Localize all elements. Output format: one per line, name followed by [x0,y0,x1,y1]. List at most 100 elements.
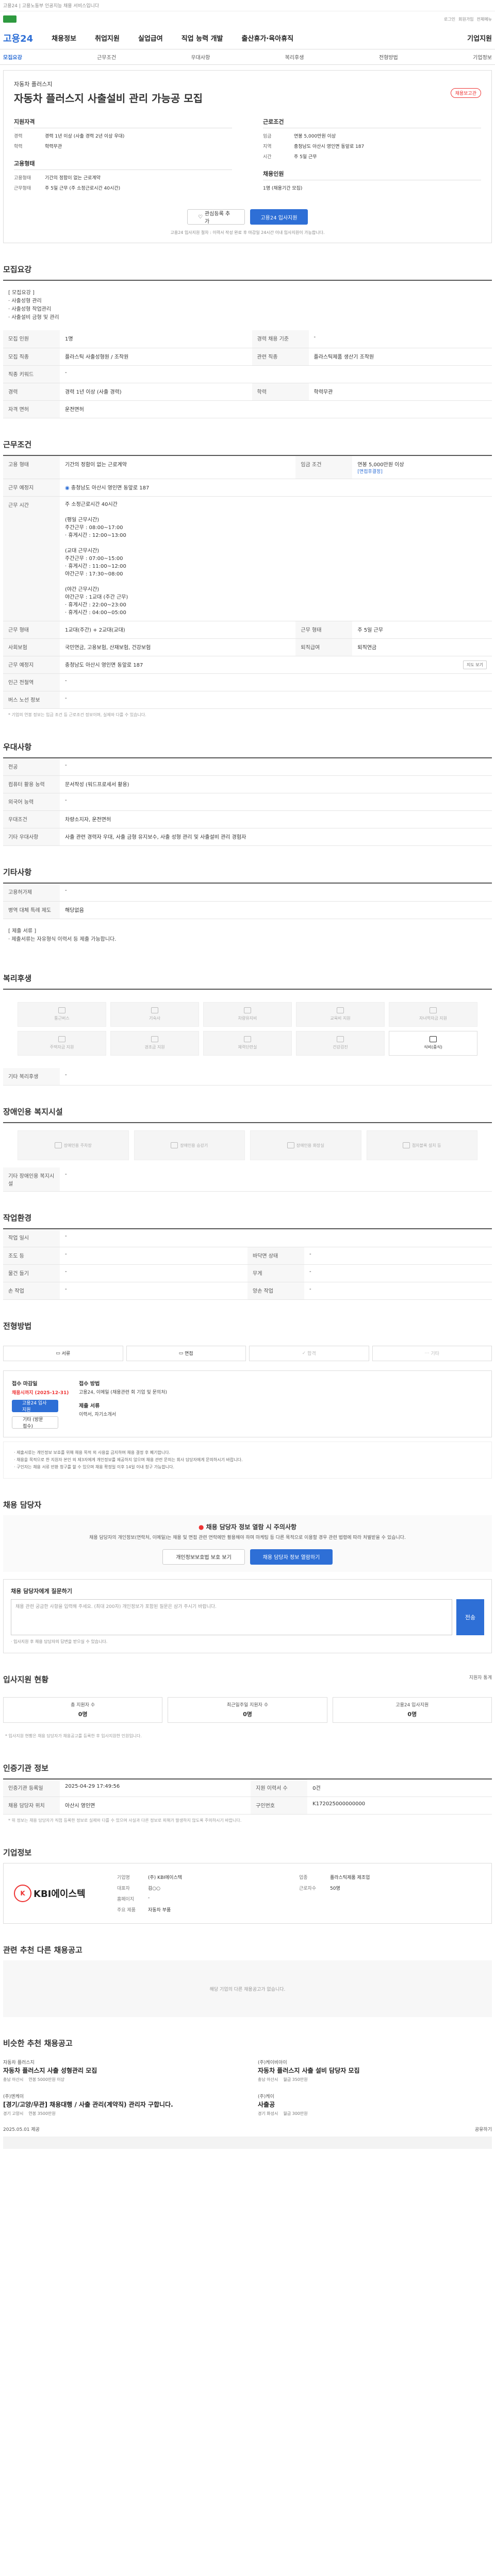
alert-icon: ● [198,1523,206,1531]
contact-heading: 채용 담당자 [3,1500,42,1510]
list-item[interactable]: (주)케이 사출공 경기 화성시 월급 300만원 [258,2093,492,2116]
welfare-icon [244,1036,251,1042]
job-title-link[interactable]: 자동차 플러스지 사출 성형관리 모집 [3,2066,237,2075]
welfare-section: 통근버스 기숙사 차량유지비 교육비 지원 자녀학자금 지원 주택자금 지원 경조금 지원 체… [3,988,492,1086]
tab-preference[interactable]: 우대사항 [191,53,210,61]
interest-button[interactable]: ♡ 관심등록 추가 [187,209,245,225]
disability-item: 장애인용 주차장 [18,1130,129,1160]
gov-logo[interactable] [3,15,16,23]
section-tabs: 모집요강 근무조건 우대사항 복리후생 전형방법 기업정보 [0,49,495,65]
disability-label: 장애인용 주차장 [63,1143,92,1148]
list-item[interactable]: (주)케이비아이 자동차 플러스지 사출 설비 담당자 모집 충남 아산시 월급 35… [258,2059,492,2082]
gnb-unemployment[interactable]: 실업급여 [138,33,163,43]
list-item[interactable]: 자동차 플러스지 자동차 플러스지 사출 성형관리 모집 충남 아산시 연봉 5000… [3,2059,237,2082]
apply-note: 고용24 입사지원 절차 : 이력서 작성 완료 후 마감일 24시간 이내 입… [170,230,325,235]
gnb-employment-support[interactable]: 취업지원 [95,33,120,43]
process-step: ▭ 서류 [3,1345,123,1361]
job-pay: 연봉 5000만원 이상 [28,2077,64,2082]
table-value: 주 5일 근무 [352,621,492,639]
list-item[interactable]: (주)엔케이 [경기/고양/무관] 채용대행 / 사출 관리(계약직) 관리자 구… [3,2093,237,2116]
gnb-corp-support[interactable]: 기업지원 [467,33,492,43]
apply-visit-button[interactable]: 기타 (방문 접수) [12,1416,58,1429]
table-key: 사회보험 [3,638,60,656]
time-line: · 휴게시간 : 11:00~12:00 [65,563,126,569]
gnb-leave[interactable]: 출산휴가·육아휴직 [242,33,294,43]
time-line: 주 소정근로시간 40시간 [65,501,118,507]
process-step-label: 서류 [61,1351,71,1357]
corp-value: (주) KBI에이스텍 [148,1875,183,1880]
table-key: 우대조건 [3,810,60,828]
time-line: · 휴게시간 : 12:00~13:00 [65,532,126,538]
table-value: - [304,1264,492,1282]
privacy-law-button[interactable]: 개인정보보호법 보호 보기 [162,1549,245,1565]
table-row: 근무 예정지 ◉ 충청남도 아산시 영인면 동앞로 187 [3,479,492,497]
table-key: 근무 시간 [3,496,60,621]
table-value: - [60,1067,492,1086]
table-row: 기타 복리후생 - [3,1067,492,1086]
corp-heading: 기업정보 [3,1848,32,1857]
etc-extra-title: [ 제출 서류 ] [8,928,37,934]
welfare-label: 자녀학자금 지원 [419,1016,448,1021]
table-value: - [60,1247,248,1265]
info-heading: 인증기관 정보 [3,1763,49,1773]
apply-button[interactable]: 고용24 입사지원 [250,209,308,225]
gnb-jobs[interactable]: 채용정보 [52,33,76,43]
brand-logo[interactable]: 고용24 [3,31,33,45]
recommend-heading: 비슷한 추천 채용공고 [3,2039,73,2048]
company-name[interactable]: 자동차 플러스지 [14,80,481,88]
map-button[interactable]: 지도 보기 [463,660,487,669]
interest-button-label: 관심등록 추가 [204,211,230,225]
job-title-link[interactable]: 자동차 플러스지 사출 설비 담당자 모집 [258,2066,492,2075]
question-submit-button[interactable]: 전송 [456,1599,484,1635]
recruit-heading: 모집요강 [3,265,32,274]
tab-welfare[interactable]: 복리후생 [285,53,304,61]
all-menu-link[interactable]: 전체메뉴 [477,16,492,22]
tab-recruit[interactable]: 모집요강 [3,53,22,61]
gnb-training[interactable]: 직업 능력 개발 [182,33,223,43]
job-company: (주)케이 [258,2094,274,2099]
welfare-icon [58,1036,65,1042]
wage-text: 연봉 5,000만원 이상 [357,462,404,468]
conditions-table: 고용 형태 기간의 정함이 없는 근로계약 임금 조건 연봉 5,000만원 이상 [면… [3,455,492,709]
corp-key: 홈페이지 [117,1897,135,1902]
table-key: 인증기관 등록일 [3,1779,60,1797]
job-title-link[interactable]: [경기/고양/무관] 채용대행 / 사출 관리(계약직) 관리자 구합니다. [3,2100,237,2109]
table-key: 외국어 능력 [3,793,60,811]
job-pay: 월급 300만원 [283,2111,308,2116]
career-value: 경력 1년 이상 (사출 경력 2년 이상 우대) [45,134,125,139]
stats-more-link[interactable]: 지원자 통계 [469,1674,492,1685]
tab-conditions[interactable]: 근무조건 [97,53,116,61]
job-title-link[interactable]: 사출공 [258,2100,492,2109]
table-value: 운전면허 [60,400,492,418]
tab-process[interactable]: 전형방법 [379,53,398,61]
wage-label: 임금 [263,134,272,139]
time-line: (교대 근무시간) [65,548,100,554]
table-value: 0건 [307,1779,492,1797]
table-row: 물건 들기 - 무게 - [3,1264,492,1282]
share-button[interactable]: 공유하기 [475,2126,492,2132]
signup-link[interactable]: 회원가입 [458,16,473,22]
welfare-item: 체력단련실 [203,1030,292,1056]
etc-icon: ⋯ [424,1350,431,1356]
question-title: 채용 담당자에게 질문하기 [11,1587,72,1595]
table-row: 전공 - [3,758,492,776]
table-key: 구인번호 [251,1797,308,1815]
welfare-label: 차량유지비 [238,1016,257,1021]
info-table: 인증기관 등록일 2025-04-29 17:49:56 지원 이력서 수 0건 채용… [3,1779,492,1815]
table-value: - [308,330,492,348]
tab-corp[interactable]: 기업정보 [473,53,492,61]
login-link[interactable]: 로그인 [444,16,455,22]
report-badge[interactable]: 채용보고관 [450,88,481,98]
time-line: (야간 근무시간) [65,586,100,592]
table-key: 바닥면 상태 [248,1247,304,1265]
conditions-section: 고용 형태 기간의 정함이 없는 근로계약 임금 조건 연봉 5,000만원 이상 [면… [3,454,492,721]
apply-deadline: 접수 마감일 채용시까지 (2025-12-31) 고용24 입사지원 기타 (… [12,1379,74,1429]
check-icon: ✓ [302,1350,308,1356]
info-section: 인증기관 등록일 2025-04-29 17:49:56 지원 이력서 수 0건 채용… [3,1778,492,1827]
view-contact-button[interactable]: 채용 담당자 정보 열람하기 [250,1549,333,1565]
table-value: 충청남도 아산시 영인면 동앞로 187 [60,656,353,674]
table-value: 경력 1년 이상 (사출 경력) [60,383,252,401]
apply-online-button[interactable]: 고용24 입사지원 [12,1399,58,1413]
question-input[interactable]: 채용 관련 궁금한 사항을 입력해 주세요. (최대 200자) 개인정보가 포… [11,1599,452,1635]
career-label: 경력 [14,134,23,139]
